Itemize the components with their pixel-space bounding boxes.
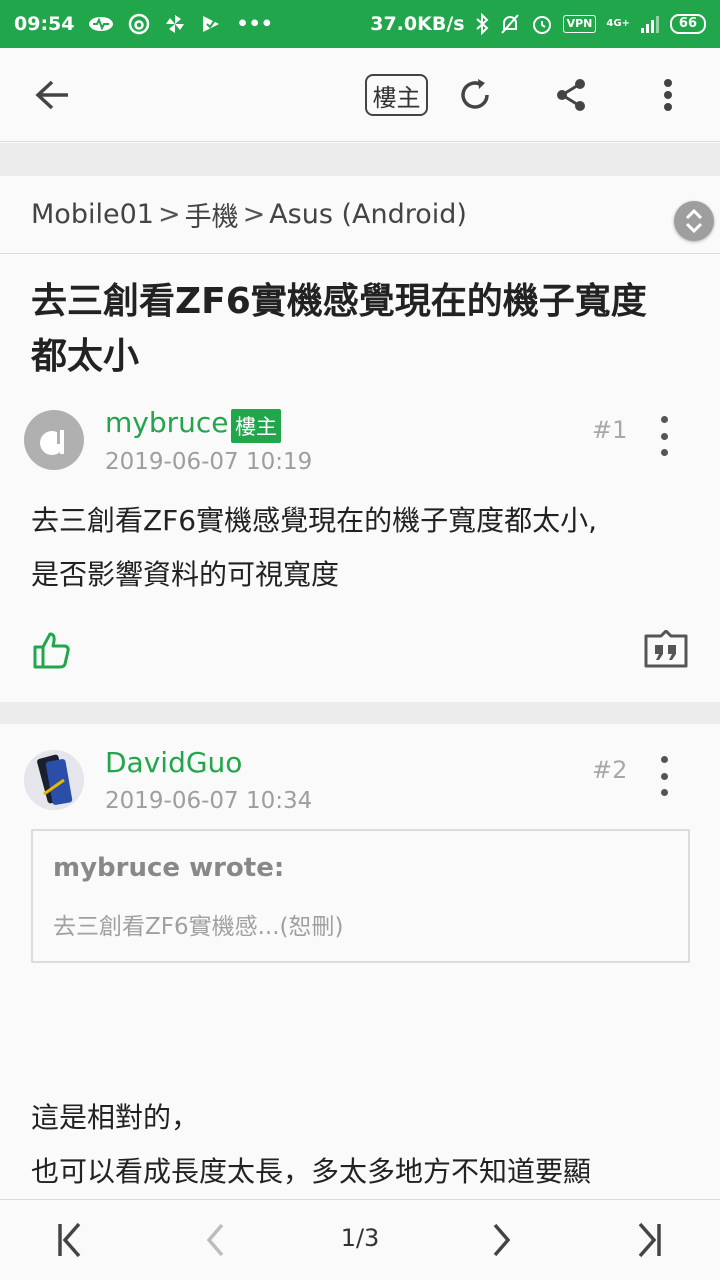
vpn-indicator: VPN [562, 15, 597, 33]
quote-title: mybruce wrote: [53, 853, 285, 883]
phone-avatar-icon [24, 750, 84, 810]
network-speed: 37.0KB/s [370, 13, 465, 35]
chevron-left-icon [206, 1223, 224, 1257]
quote-icon [644, 629, 688, 668]
thread-title: 去三創看ZF6實機感覺現在的機子寬度都太小 [31, 281, 647, 377]
network-type: 4G+ [606, 18, 630, 29]
post-date: 2019-06-07 10:34 [105, 788, 313, 814]
post-body-line: 也可以看成長度太長，多太多地方不知道要顯 [31, 1155, 592, 1188]
post-body-line: 是否影響資料的可視寬度 [31, 558, 340, 591]
quote-block: mybruce wrote: 去三創看ZF6實機感...(恕刪) [31, 829, 690, 963]
breadcrumb-separator: > [157, 199, 181, 230]
post-author[interactable]: mybruce [105, 406, 229, 439]
post-author[interactable]: DavidGuo [105, 746, 242, 779]
bluetooth-icon [475, 13, 489, 35]
avatar[interactable] [24, 750, 84, 810]
prev-page-button[interactable] [193, 1218, 237, 1262]
pagination-bar: 1/3 [0, 1199, 720, 1280]
like-button[interactable] [31, 631, 71, 673]
netease-icon [128, 13, 150, 35]
scroll-toggle-button[interactable] [674, 201, 714, 241]
post-body-line: 去三創看ZF6實機感覺現在的機子寬度都太小, [31, 504, 598, 537]
signal-icon [640, 14, 660, 34]
share-button[interactable] [546, 70, 596, 120]
first-page-button[interactable] [48, 1218, 92, 1262]
breadcrumb-separator: > [242, 199, 266, 230]
last-page-icon [638, 1222, 661, 1258]
refresh-button[interactable] [450, 70, 500, 120]
more-notifications: ••• [236, 13, 273, 35]
divider [0, 143, 720, 176]
first-page-icon [58, 1222, 81, 1258]
last-page-button[interactable] [627, 1218, 671, 1262]
breadcrumb: Mobile01 > 手機 > Asus (Android) [0, 176, 720, 254]
more-vert-icon [664, 79, 672, 111]
breadcrumb-asus[interactable]: Asus (Android) [269, 199, 467, 230]
refresh-icon [461, 79, 489, 109]
post-menu-button[interactable] [654, 756, 674, 796]
avatar[interactable] [24, 410, 84, 470]
pinwheel-icon [164, 13, 186, 35]
post-menu-button[interactable] [654, 416, 674, 456]
mute-bell-icon [499, 13, 521, 35]
quote-body: 去三創看ZF6實機感...(恕刪) [53, 914, 344, 940]
default-avatar-icon [40, 428, 64, 455]
breadcrumb-mobile01[interactable]: Mobile01 [31, 199, 154, 230]
chevron-right-icon [493, 1223, 511, 1257]
page-indicator[interactable]: 1/3 [320, 1224, 400, 1252]
back-button[interactable] [27, 70, 77, 120]
arrow-left-icon [35, 80, 68, 110]
status-bar: 09:54 ••• 37.0KB/s VPN 4G+ 66 [0, 0, 720, 48]
quote-reply-button[interactable] [643, 629, 689, 672]
next-page-button[interactable] [480, 1218, 524, 1262]
post-body: 去三創看ZF6實機感覺現在的機子寬度都太小, 是否影響資料的可視寬度 [31, 494, 701, 602]
battery-icon: 66 [669, 14, 706, 34]
post-divider [0, 702, 720, 724]
breadcrumb-phones[interactable]: 手機 [185, 195, 239, 234]
post-body-line: 這是相對的， [31, 1101, 200, 1134]
checkmark-app-icon [200, 13, 222, 35]
app-bar: 樓主 [0, 48, 720, 142]
post-floor: #1 [592, 416, 628, 444]
post-body: 這是相對的， 也可以看成長度太長，多太多地方不知道要顯 [31, 1091, 701, 1199]
scroll-arrows-icon [685, 208, 703, 234]
op-only-button[interactable]: 樓主 [365, 74, 428, 116]
post-date: 2019-06-07 10:19 [105, 449, 313, 475]
alarm-icon [531, 13, 553, 35]
thumbs-up-icon [33, 632, 70, 669]
clock: 09:54 [14, 13, 75, 35]
cloud-icon [88, 16, 114, 32]
share-icon [557, 79, 585, 111]
overflow-menu-button[interactable] [643, 70, 693, 120]
op-badge: 樓主 [231, 409, 281, 443]
post-floor: #2 [592, 756, 628, 784]
